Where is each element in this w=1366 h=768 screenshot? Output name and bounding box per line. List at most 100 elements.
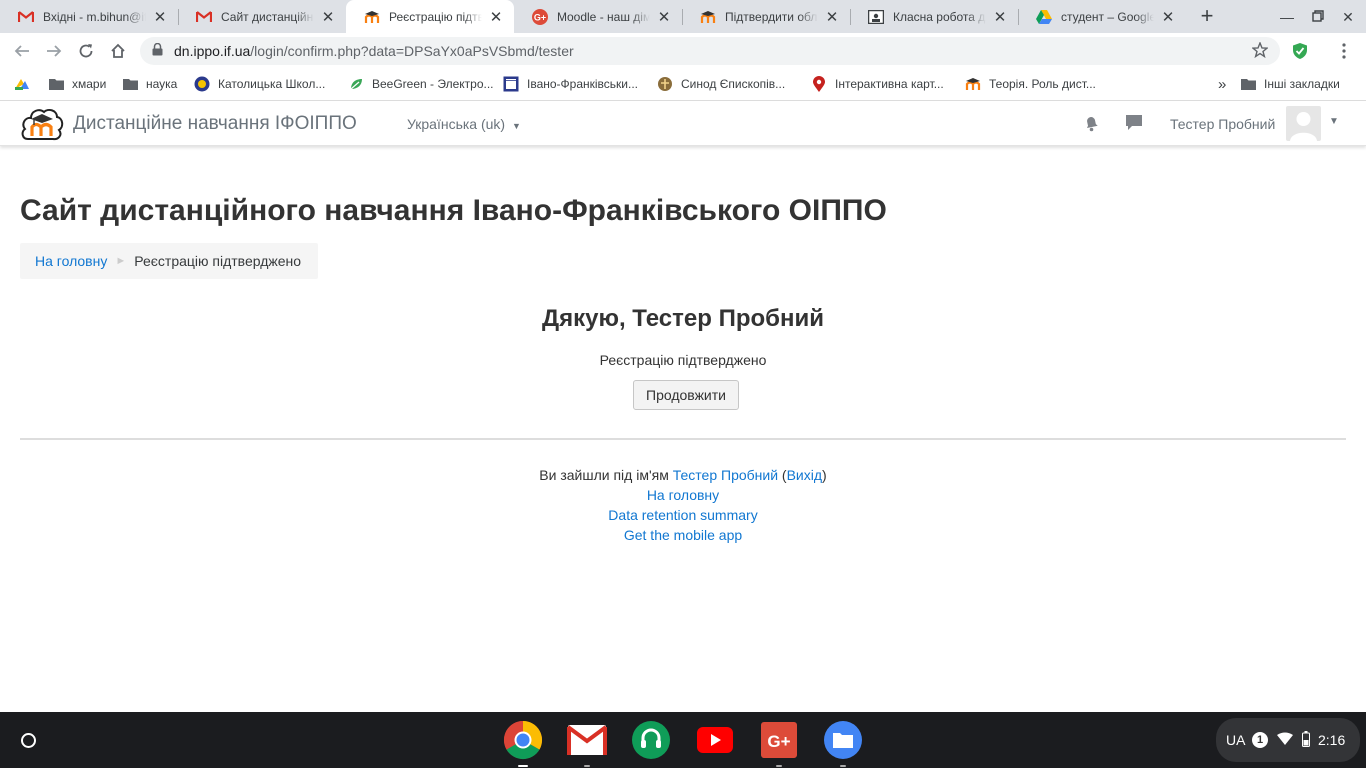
user-name-menu[interactable]: Тестер Пробний: [1170, 116, 1275, 132]
breadcrumb-current: Реєстрацію підтверджено: [134, 253, 302, 269]
close-icon[interactable]: ✕: [1160, 8, 1176, 26]
notifications-bell-icon[interactable]: [1083, 114, 1100, 137]
tab-gmail-inbox[interactable]: Вхідні - m.bihun@ifippo.edu.ua ✕: [0, 0, 178, 33]
other-bookmarks-folder[interactable]: Інші закладки: [1240, 69, 1340, 99]
footer-home-row: На головну: [0, 487, 1366, 503]
running-indicator: [518, 765, 528, 767]
gmail-icon: [196, 9, 212, 25]
url-path: /login/confirm.php?data=DPSaYx0aPsVSbmd/…: [250, 43, 574, 59]
home-button[interactable]: [106, 39, 130, 63]
breadcrumb-separator-icon: ►: [115, 255, 127, 267]
restore-icon[interactable]: [1309, 8, 1327, 26]
close-icon[interactable]: ✕: [152, 8, 168, 26]
launcher-circle-icon: [20, 732, 36, 748]
beegreen-icon: [348, 76, 364, 92]
moodle-icon: [364, 9, 380, 25]
site-name-link[interactable]: Дистанційне навчання ІФОІППО: [73, 113, 357, 135]
bookmark-star-icon[interactable]: [1251, 41, 1269, 61]
language-menu[interactable]: Українська (uk) ▼: [407, 116, 521, 132]
school-logo-icon: [194, 76, 210, 92]
close-icon[interactable]: ✕: [656, 8, 672, 26]
folder-icon: [1240, 76, 1256, 92]
map-pin-icon: [811, 76, 827, 92]
user-menu-caret-icon[interactable]: ▼: [1329, 116, 1339, 127]
messages-chat-icon[interactable]: [1125, 114, 1143, 137]
moodle-logo-icon[interactable]: [20, 105, 64, 143]
new-tab-button[interactable]: +: [1196, 4, 1218, 28]
classroom-icon: [868, 9, 884, 25]
google-drive-icon: [1036, 9, 1052, 25]
crest-icon: [657, 76, 673, 92]
running-indicator: [840, 765, 846, 767]
logout-link[interactable]: Вихід: [787, 467, 822, 483]
shield-extension-icon[interactable]: [1288, 39, 1312, 63]
tab-confirm-active[interactable]: Реєстрацію підтверджено ✕: [346, 0, 514, 33]
close-icon[interactable]: ✕: [320, 8, 336, 26]
footer-mobile-app-row: Get the mobile app: [0, 527, 1366, 543]
apps-icon: [14, 76, 30, 92]
footer-home-link[interactable]: На головну: [647, 487, 719, 503]
bookmark-catholic-school[interactable]: Католицька Школ...: [194, 69, 325, 99]
tab-gmail-site[interactable]: Сайт дистанційного навчання ✕: [178, 0, 346, 33]
hangouts-icon[interactable]: [630, 719, 672, 761]
svg-text:G+: G+: [767, 732, 790, 751]
google-plus-icon[interactable]: G+: [758, 719, 800, 767]
moodle-icon: [965, 76, 981, 92]
footer-data-retention-row: Data retention summary: [0, 507, 1366, 523]
continue-button[interactable]: Продовжити: [633, 380, 739, 410]
gmail-icon: [18, 9, 34, 25]
bookmark-theory[interactable]: Теорія. Роль дист...: [965, 69, 1096, 99]
forward-button[interactable]: [42, 39, 66, 63]
reload-button[interactable]: [74, 39, 98, 63]
bookmark-ivano-frankivsk[interactable]: Івано-Франківськи...: [503, 69, 638, 99]
tab-moodle-google-plus[interactable]: G+ Moodle - наш дім (Google+) ✕: [514, 0, 682, 33]
notification-count-badge: 1: [1252, 732, 1268, 748]
window-close-icon[interactable]: ✕: [1339, 8, 1357, 26]
folder-icon: [122, 76, 138, 92]
google-plus-icon: G+: [532, 8, 548, 25]
bookmark-apps[interactable]: [14, 69, 38, 99]
logged-in-info: Ви зайшли під ім'ям Тестер Пробний (Вихі…: [539, 467, 827, 483]
breadcrumb-home-link[interactable]: На головну: [35, 253, 107, 269]
mobile-app-link[interactable]: Get the mobile app: [624, 527, 742, 543]
back-button[interactable]: [10, 39, 34, 63]
running-indicator: [584, 765, 590, 767]
os-shelf: G+ UA 1 2:16: [0, 712, 1366, 768]
minimize-icon[interactable]: —: [1278, 8, 1296, 26]
files-icon[interactable]: [822, 719, 864, 767]
bookmarks-bar: хмари наука Католицька Школ... BeeGreen …: [0, 69, 1366, 101]
keyboard-layout: UA: [1226, 732, 1246, 748]
battery-icon: [1302, 731, 1310, 750]
chrome-icon[interactable]: [502, 719, 544, 767]
bookmark-beegreen[interactable]: BeeGreen - Электро...: [348, 69, 494, 99]
footer-divider: [20, 438, 1346, 440]
bookmark-interactive-map[interactable]: Інтерактивна карт...: [811, 69, 944, 99]
tab-confirm-account[interactable]: Підтвердити обліковий запис ✕: [682, 0, 850, 33]
more-bookmarks-button[interactable]: »: [1218, 69, 1226, 99]
footer-user-link[interactable]: Тестер Пробний: [673, 467, 778, 483]
close-icon[interactable]: ✕: [992, 8, 1008, 26]
address-bar[interactable]: dn.ippo.if.ua /login/confirm.php?data=DP…: [140, 37, 1280, 65]
bookmark-folder-clouds[interactable]: хмари: [48, 69, 106, 99]
avatar[interactable]: [1286, 106, 1321, 141]
launcher-button[interactable]: [10, 722, 46, 758]
tab-strip: Вхідні - m.bihun@ifippo.edu.ua ✕ Сайт ди…: [0, 0, 1366, 33]
url-host: dn.ippo.if.ua: [174, 43, 251, 59]
menu-kebab-icon[interactable]: [1332, 39, 1356, 63]
data-retention-link[interactable]: Data retention summary: [608, 507, 757, 523]
running-indicator: [776, 765, 782, 767]
close-icon[interactable]: ✕: [488, 8, 504, 26]
page-title: Сайт дистанційного навчання Івано-Франкі…: [20, 194, 887, 227]
close-icon[interactable]: ✕: [824, 8, 840, 26]
calendar-icon: [503, 76, 519, 92]
wifi-icon: [1277, 732, 1293, 748]
gmail-icon[interactable]: [566, 719, 608, 767]
clock: 2:16: [1318, 732, 1346, 748]
bookmark-synod[interactable]: Синод Єпископів...: [657, 69, 785, 99]
folder-icon: [48, 76, 64, 92]
bookmark-folder-science[interactable]: наука: [122, 69, 177, 99]
youtube-icon[interactable]: [694, 719, 736, 761]
tab-classroom[interactable]: Класна робота для студента ✕: [850, 0, 1018, 33]
tab-google-drive[interactable]: студент – Google Диск ✕: [1018, 0, 1186, 33]
system-tray[interactable]: UA 1 2:16: [1216, 718, 1360, 762]
